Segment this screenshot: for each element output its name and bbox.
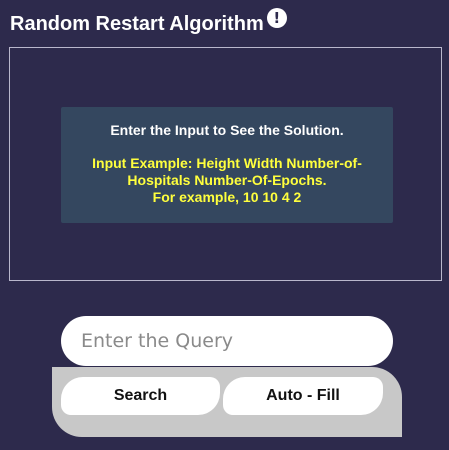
auto-fill-button[interactable]: Auto - Fill <box>223 377 383 415</box>
instruction-prompt: Enter the Input to See the Solution. <box>110 122 344 138</box>
info-icon[interactable]: ! <box>266 8 287 28</box>
output-panel: Enter the Input to See the Solution. Inp… <box>9 47 442 281</box>
input-example: Input Example: Height Width Number-of- H… <box>61 155 393 206</box>
instruction-box: Enter the Input to See the Solution. Inp… <box>61 107 393 223</box>
query-input[interactable] <box>61 316 393 366</box>
button-tray: Search Auto - Fill <box>52 367 402 437</box>
page-title: Random Restart Algorithm ! <box>10 8 287 36</box>
input-example-line-1: Input Example: Height Width Number-of- <box>92 155 362 171</box>
search-button[interactable]: Search <box>61 377 220 415</box>
page-title-text: Random Restart Algorithm <box>10 13 264 35</box>
input-example-line-2: Hospitals Number-Of-Epochs. <box>127 172 327 188</box>
input-example-line-3: For example, 10 10 4 2 <box>152 189 302 205</box>
